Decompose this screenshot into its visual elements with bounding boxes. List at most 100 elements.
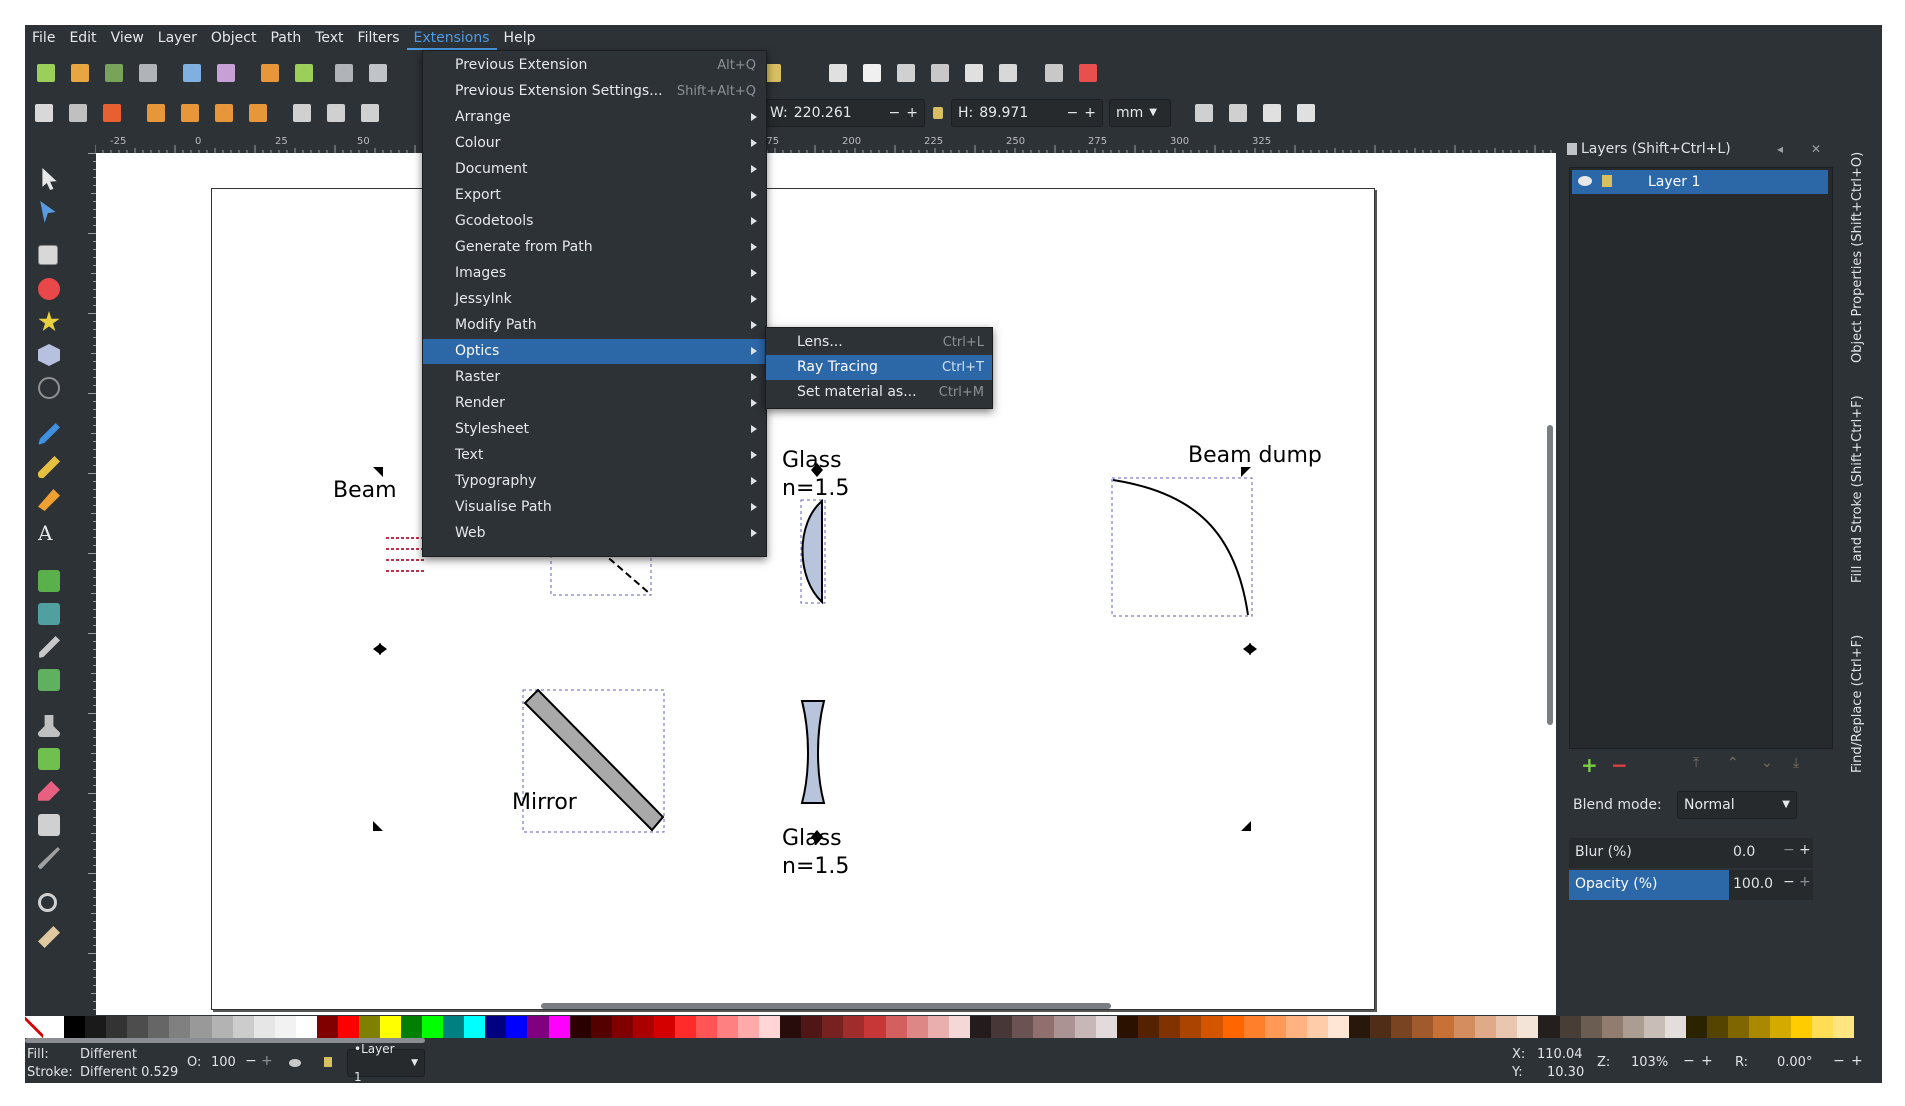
document-properties-icon[interactable]	[1079, 64, 1097, 82]
color-swatch[interactable]	[569, 1016, 591, 1038]
iconify-icon[interactable]: ◂	[1777, 135, 1783, 163]
bezier-pen-tool-icon[interactable]	[38, 423, 60, 445]
stretch-handle-icon[interactable]	[1249, 643, 1257, 655]
color-swatch[interactable]	[1517, 1016, 1539, 1038]
xml-editor-icon[interactable]	[829, 64, 847, 82]
ext-menu-item[interactable]: Gcodetools	[423, 209, 766, 234]
color-swatch[interactable]	[990, 1016, 1012, 1038]
star-tool-icon[interactable]	[38, 311, 60, 332]
color-swatch[interactable]	[253, 1016, 275, 1038]
symbols-icon[interactable]	[965, 64, 983, 82]
color-swatch[interactable]	[738, 1016, 760, 1038]
rotation-value[interactable]: 0.00°	[1777, 1055, 1812, 1070]
ext-menu-item[interactable]: Previous Extension Settings... Shift+Alt+…	[423, 79, 766, 104]
plano-convex-lens[interactable]	[801, 498, 823, 605]
opacity-increment-icon[interactable]: +	[1799, 874, 1811, 890]
color-swatch[interactable]	[1833, 1016, 1855, 1038]
lower-to-bottom-icon[interactable]	[293, 104, 311, 122]
ext-menu-item[interactable]: Render	[423, 391, 766, 416]
color-swatch[interactable]	[295, 1016, 317, 1038]
text-tool-icon[interactable]: A	[38, 522, 60, 544]
color-swatch[interactable]	[506, 1016, 528, 1038]
fill-value[interactable]: Different	[80, 1047, 137, 1062]
remove-layer-icon[interactable]: −	[1611, 753, 1628, 777]
optics-menu-item[interactable]: Set material as... Ctrl+M	[766, 380, 992, 405]
color-swatch[interactable]	[885, 1016, 907, 1038]
align-icon[interactable]	[999, 64, 1017, 82]
rectangle-tool-icon[interactable]	[38, 245, 58, 265]
save-icon[interactable]	[105, 64, 123, 82]
blur-slider[interactable]: Blur (%) 0.0 − +	[1569, 838, 1813, 868]
menu-help[interactable]: Help	[497, 26, 543, 50]
menu-edit[interactable]: Edit	[62, 26, 103, 50]
layers-icon[interactable]	[897, 64, 915, 82]
3d-box-tool-icon[interactable]	[38, 344, 60, 366]
color-swatch[interactable]	[1138, 1016, 1160, 1038]
concave-lens[interactable]	[800, 700, 826, 804]
scale-handle-icon[interactable]	[373, 467, 383, 477]
ext-menu-item[interactable]: Colour	[423, 131, 766, 156]
color-swatch[interactable]	[64, 1016, 86, 1038]
raise-icon[interactable]	[361, 104, 379, 122]
zoom-tool-icon[interactable]	[38, 893, 57, 912]
color-swatch[interactable]	[1327, 1016, 1349, 1038]
raise-layer-icon[interactable]: ⌃	[1727, 755, 1739, 771]
no-paint-swatch[interactable]	[25, 1016, 43, 1038]
optics-menu-item[interactable]: Ray Tracing Ctrl+T	[766, 355, 992, 380]
lock-icon[interactable]	[324, 1057, 332, 1067]
copy-icon[interactable]	[335, 64, 353, 82]
color-swatch[interactable]	[906, 1016, 928, 1038]
ext-menu-item[interactable]: Web	[423, 521, 766, 546]
color-swatch[interactable]	[1264, 1016, 1286, 1038]
color-swatch[interactable]	[1475, 1016, 1497, 1038]
tweak-tool-icon[interactable]	[38, 715, 60, 737]
color-swatch[interactable]	[148, 1016, 170, 1038]
label-beam[interactable]: Beam	[333, 477, 397, 505]
rotate-cw-icon[interactable]	[181, 104, 199, 122]
menu-filters[interactable]: Filters	[351, 26, 407, 50]
measure-tool-icon[interactable]	[38, 926, 60, 948]
current-layer-select[interactable]: •Layer 1 ▼	[347, 1042, 425, 1083]
new-document-icon[interactable]	[37, 64, 55, 82]
color-swatch[interactable]	[927, 1016, 949, 1038]
export-icon[interactable]	[217, 64, 235, 82]
calligraphy-tool-icon[interactable]	[38, 489, 60, 511]
flip-horizontal-icon[interactable]	[215, 104, 233, 122]
ellipse-tool-icon[interactable]	[38, 278, 60, 300]
color-swatch[interactable]	[169, 1016, 191, 1038]
menu-path[interactable]: Path	[263, 26, 308, 50]
ext-menu-item[interactable]: Text	[423, 443, 766, 468]
opacity-decrement-icon[interactable]: −	[1783, 874, 1795, 890]
height-value[interactable]: 89.971	[979, 99, 1028, 127]
color-swatch[interactable]	[948, 1016, 970, 1038]
vertical-ruler[interactable]	[80, 153, 97, 1015]
dropper-tool-icon[interactable]	[39, 636, 60, 658]
opacity-status-value[interactable]: 100	[211, 1055, 236, 1070]
ext-menu-item[interactable]: Visualise Path	[423, 495, 766, 520]
menu-text[interactable]: Text	[308, 26, 350, 50]
selector-tool-icon[interactable]	[42, 168, 57, 190]
gradient-tool-icon[interactable]	[38, 570, 60, 592]
color-swatch[interactable]	[1559, 1016, 1581, 1038]
ext-menu-item[interactable]: Arrange	[423, 105, 766, 130]
raise-to-top-icon[interactable]: ⤒	[1693, 755, 1699, 771]
import-icon[interactable]	[183, 64, 201, 82]
color-swatch[interactable]	[232, 1016, 254, 1038]
color-swatch[interactable]	[969, 1016, 991, 1038]
ext-menu-item[interactable]: Export	[423, 183, 766, 208]
ext-menu-item[interactable]: Previous Extension Alt+Q	[423, 53, 766, 78]
color-swatch[interactable]	[443, 1016, 465, 1038]
objects-icon[interactable]	[931, 64, 949, 82]
color-swatch[interactable]	[1791, 1016, 1813, 1038]
height-field[interactable]: H: 89.971 − +	[951, 99, 1103, 127]
color-swatch[interactable]	[274, 1016, 296, 1038]
lower-layer-icon[interactable]: ⌄	[1761, 755, 1773, 771]
color-swatch[interactable]	[1770, 1016, 1792, 1038]
color-swatch[interactable]	[1643, 1016, 1665, 1038]
color-swatch[interactable]	[590, 1016, 612, 1038]
color-swatch[interactable]	[106, 1016, 128, 1038]
visibility-eye-icon[interactable]	[289, 1059, 301, 1067]
color-swatch[interactable]	[1348, 1016, 1370, 1038]
stretch-handle-icon[interactable]	[379, 643, 387, 655]
vertical-scrollbar[interactable]	[1547, 425, 1553, 725]
